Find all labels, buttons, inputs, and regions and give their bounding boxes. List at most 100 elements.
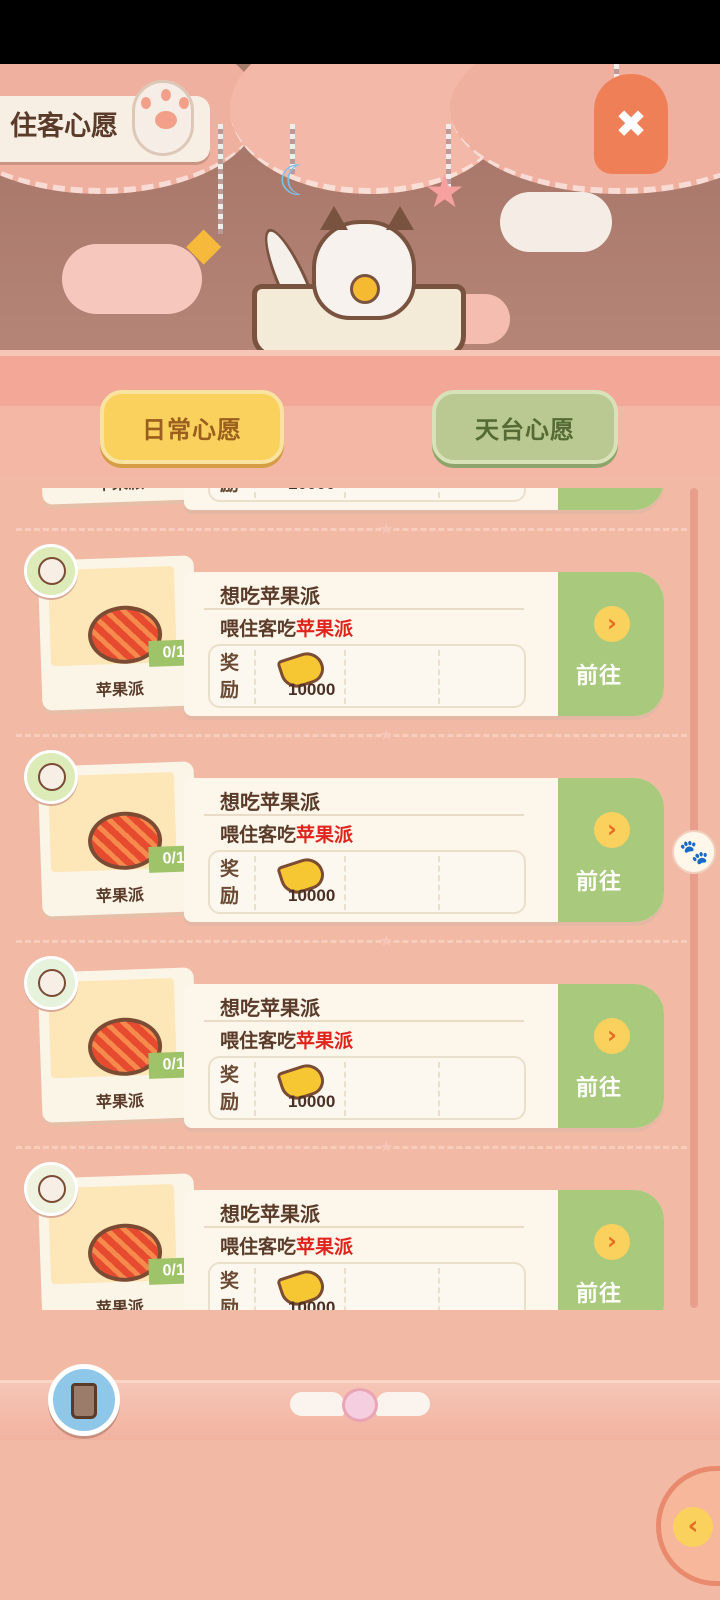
wish-panel: 想吃苹果派 喂住客吃苹果派 奖励 10000 › 前往 xyxy=(184,778,664,922)
food-name: 苹果派 xyxy=(95,1299,145,1310)
wish-card: 0/1 苹果派 想吃苹果派 喂住客吃苹果派 奖励 10000 › 前往 xyxy=(0,956,720,1136)
star-icon: ★ xyxy=(424,164,466,218)
separator-star-icon: ★ xyxy=(379,931,394,950)
wish-description: 喂住客吃苹果派 xyxy=(220,820,353,847)
reward-box: 奖励 10000 xyxy=(208,1262,526,1310)
trash-bin-button[interactable] xyxy=(48,1364,120,1436)
paw-icon xyxy=(132,80,194,156)
close-x-icon: ✖ xyxy=(615,102,647,146)
card-separator: ★ xyxy=(16,1137,696,1156)
divider xyxy=(438,856,440,910)
food-tile: 0/1 苹果派 xyxy=(37,488,199,505)
divider xyxy=(344,1268,346,1310)
wish-title: 想吃苹果派 xyxy=(220,792,320,814)
wish-desc-prefix: 喂住客吃 xyxy=(220,619,297,640)
wish-card: 0/1 苹果派 想吃苹果派 喂住客吃苹果派 奖励 10000 › 前往 xyxy=(0,544,720,724)
bird-icon: ◆ xyxy=(186,216,222,270)
go-button[interactable]: › 前往 xyxy=(544,488,664,510)
go-button-label: 前往 xyxy=(576,1281,623,1306)
go-button-label: 前往 xyxy=(576,663,623,688)
wish-description: 喂住客吃苹果派 xyxy=(220,1026,353,1053)
go-button[interactable]: › 前往 xyxy=(544,984,664,1128)
go-button[interactable]: › 前往 xyxy=(544,1190,664,1310)
go-arrow-icon: › xyxy=(594,1224,630,1260)
divider xyxy=(344,650,346,704)
scroll-thumb-paw-icon[interactable]: 🐾 xyxy=(672,830,716,874)
reward-box: 奖励 10000 xyxy=(208,1056,526,1120)
divider xyxy=(204,1226,524,1228)
divider xyxy=(254,650,256,704)
wish-desc-item: 苹果派 xyxy=(296,1237,354,1258)
wish-desc-item: 苹果派 xyxy=(296,619,354,640)
wish-panel: 想吃苹果派 喂住客吃苹果派 奖励 10000 › 前往 xyxy=(184,1190,664,1310)
cloud-right xyxy=(500,192,612,252)
reward-amount: 10000 xyxy=(288,680,336,699)
divider xyxy=(204,814,524,816)
go-button-label: 前往 xyxy=(576,869,623,894)
divider xyxy=(438,1062,440,1116)
divider xyxy=(254,856,256,910)
header-scene: ◆ ☾ ★ 住客心愿 ✖ 日常心愿 天台心愿 xyxy=(0,64,720,474)
wish-description: 喂住客吃苹果派 xyxy=(220,614,353,641)
food-name: 苹果派 xyxy=(42,488,199,497)
food-name: 苹果派 xyxy=(95,1093,145,1112)
divider xyxy=(438,650,440,704)
divider xyxy=(344,488,346,498)
go-arrow-icon: › xyxy=(594,1018,630,1054)
back-arrow-icon: ‹ xyxy=(673,1507,713,1547)
guest-avatar-icon xyxy=(24,544,78,598)
reward-box: 奖励 10000 xyxy=(208,644,526,708)
scrollbar[interactable] xyxy=(690,488,698,1308)
card-separator: ★ xyxy=(16,725,696,744)
reward-label: 奖励 xyxy=(220,1065,240,1113)
go-arrow-icon: › xyxy=(594,812,630,848)
wish-panel: 想吃苹果派 喂住客吃苹果派 奖励 10000 › 前往 xyxy=(184,572,664,716)
guest-avatar-icon xyxy=(24,750,78,804)
tab-rooftop-wishes[interactable]: 天台心愿 xyxy=(432,390,618,464)
trash-bin-icon xyxy=(71,1383,97,1419)
reward-box: 奖励 10000 xyxy=(208,850,526,914)
wish-desc-item: 苹果派 xyxy=(296,825,354,846)
wish-card: 0/1 苹果派 想吃苹果派 喂住客吃苹果派 奖励 10000 › 前往 xyxy=(0,750,720,930)
guest-avatar-icon xyxy=(24,956,78,1010)
cloud-left xyxy=(62,244,202,314)
divider xyxy=(344,856,346,910)
food-name: 苹果派 xyxy=(95,681,145,700)
moon-icon: ☾ xyxy=(278,156,316,205)
reward-label: 奖励 xyxy=(220,653,240,701)
divider xyxy=(438,488,440,498)
wish-list[interactable]: 0/1 苹果派 想吃苹果派 喂住客吃苹果派 奖励 10000 › 前往 ★ xyxy=(0,488,720,1310)
cat-mascot-icon xyxy=(312,206,416,320)
divider xyxy=(254,1062,256,1116)
divider xyxy=(204,608,524,610)
wish-desc-prefix: 喂住客吃 xyxy=(220,1237,297,1258)
wish-title: 想吃苹果派 xyxy=(220,1204,320,1226)
go-button[interactable]: › 前往 xyxy=(544,572,664,716)
wish-panel: 想吃苹果派 喂住客吃苹果派 奖励 10000 › 前往 xyxy=(184,984,664,1128)
page-title: 住客心愿 xyxy=(10,111,118,141)
reward-amount: 10000 xyxy=(288,886,336,905)
food-name: 苹果派 xyxy=(95,887,145,906)
winged-heart-icon xyxy=(290,1388,430,1424)
card-separator: ★ xyxy=(16,519,696,538)
wish-desc-prefix: 喂住客吃 xyxy=(220,1031,297,1052)
wish-description: 喂住客吃苹果派 xyxy=(220,1232,353,1259)
reward-amount: 10000 xyxy=(288,1092,336,1111)
tab-daily-wishes[interactable]: 日常心愿 xyxy=(100,390,284,464)
wish-title: 想吃苹果派 xyxy=(220,998,320,1020)
reward-amount: 10000 xyxy=(288,1298,336,1310)
status-bar xyxy=(0,0,720,64)
reward-label: 奖励 xyxy=(220,488,246,498)
wish-panel: 想吃苹果派 喂住客吃苹果派 奖励 10000 › 前往 xyxy=(184,488,664,510)
divider xyxy=(254,1268,256,1310)
reward-label: 奖励 xyxy=(220,859,240,907)
back-button[interactable]: ‹ xyxy=(656,1466,720,1586)
wish-desc-prefix: 喂住客吃 xyxy=(220,825,297,846)
reward-label: 奖励 xyxy=(220,1271,240,1310)
separator-star-icon: ★ xyxy=(379,1137,394,1156)
go-button[interactable]: › 前往 xyxy=(544,778,664,922)
close-button[interactable]: ✖ xyxy=(594,74,668,174)
divider xyxy=(204,1020,524,1022)
go-arrow-icon: › xyxy=(594,606,630,642)
separator-star-icon: ★ xyxy=(379,519,394,538)
